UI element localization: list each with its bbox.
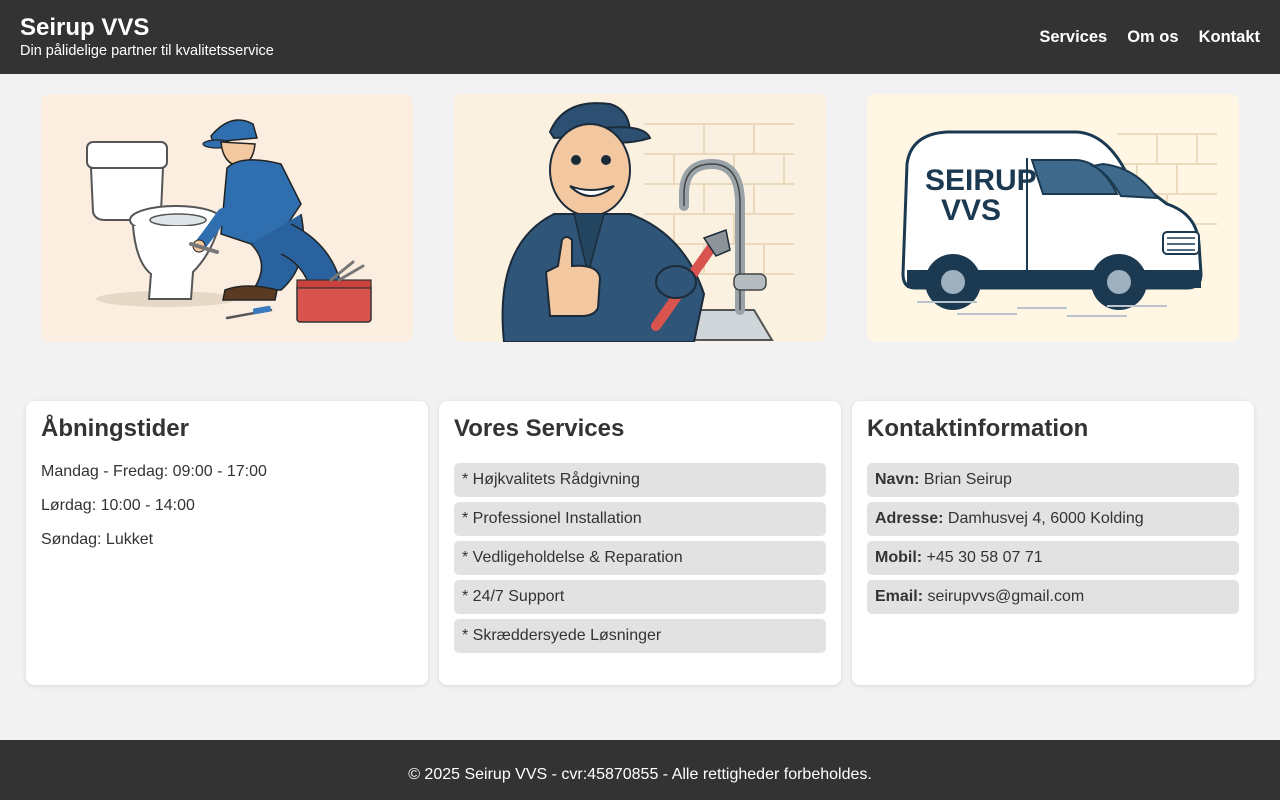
contact-mobile-label: Mobil:: [875, 549, 923, 566]
service-item: * Skræddersyede Løsninger: [454, 619, 826, 653]
contact-heading: Kontaktinformation: [867, 415, 1089, 442]
contact-email-label: Email:: [875, 588, 924, 605]
svg-text:SEIRUP: SEIRUP: [925, 164, 1037, 197]
contact-email-value[interactable]: seirupvvs@gmail.com: [923, 588, 1084, 605]
main-nav: Services Om os Kontakt: [1039, 28, 1260, 47]
hours-sunday: Søndag: Lukket: [41, 531, 154, 548]
service-van-image: SEIRUP VVS: [867, 94, 1239, 342]
plumber-toilet-illustration: [41, 94, 413, 342]
opening-hours-heading: Åbningstider: [41, 415, 189, 442]
nav-link-om-os[interactable]: Om os: [1127, 28, 1178, 47]
service-item: * Professionel Installation: [454, 502, 826, 536]
hours-saturday: Lørdag: 10:00 - 14:00: [41, 497, 195, 514]
plumber-toilet-image: [41, 94, 413, 342]
contact-address: Adresse: Damhusvej 4, 6000 Kolding: [867, 502, 1239, 536]
contact-mobile-value[interactable]: +45 30 58 07 71: [922, 549, 1043, 566]
services-heading: Vores Services: [454, 415, 625, 442]
service-item: * 24/7 Support: [454, 580, 826, 614]
opening-hours-card: Åbningstider Mandag - Fredag: 09:00 - 17…: [26, 401, 428, 685]
plumber-thumbs-up-illustration: [454, 94, 826, 342]
contact-mobile: Mobil: +45 30 58 07 71: [867, 541, 1239, 575]
service-item: * Højkvalitets Rådgivning: [454, 463, 826, 497]
site-footer: © 2025 Seirup VVS - cvr:45870855 - Alle …: [0, 740, 1280, 800]
contact-name-label: Navn:: [875, 471, 920, 488]
contact-card: Kontaktinformation Navn: Brian Seirup Ad…: [852, 401, 1254, 685]
contact-email: Email: seirupvvs@gmail.com: [867, 580, 1239, 614]
info-panels: Åbningstider Mandag - Fredag: 09:00 - 17…: [26, 401, 1254, 685]
service-item: * Vedligeholdelse & Reparation: [454, 541, 826, 575]
site-title[interactable]: Seirup VVS: [20, 14, 274, 42]
svg-text:VVS: VVS: [941, 194, 1001, 227]
contact-address-label: Adresse:: [875, 510, 944, 527]
hours-weekdays: Mandag - Fredag: 09:00 - 17:00: [41, 463, 267, 480]
plumber-thumbs-up-image: [454, 94, 826, 342]
nav-link-services[interactable]: Services: [1039, 28, 1107, 47]
services-card: Vores Services * Højkvalitets Rådgivning…: [439, 401, 841, 685]
van-illustration: SEIRUP VVS: [867, 94, 1239, 342]
contact-name-value: Brian Seirup: [919, 471, 1012, 488]
footer-copyright: © 2025 Seirup VVS - cvr:45870855 - Alle …: [408, 766, 872, 783]
site-header: Seirup VVS Din pålidelige partner til kv…: [0, 0, 1280, 74]
site-tagline: Din pålidelige partner til kvalitetsserv…: [20, 43, 274, 59]
contact-address-value: Damhusvej 4, 6000 Kolding: [943, 510, 1144, 527]
nav-link-kontakt[interactable]: Kontakt: [1199, 28, 1260, 47]
brand: Seirup VVS Din pålidelige partner til kv…: [20, 14, 274, 60]
contact-name: Navn: Brian Seirup: [867, 463, 1239, 497]
